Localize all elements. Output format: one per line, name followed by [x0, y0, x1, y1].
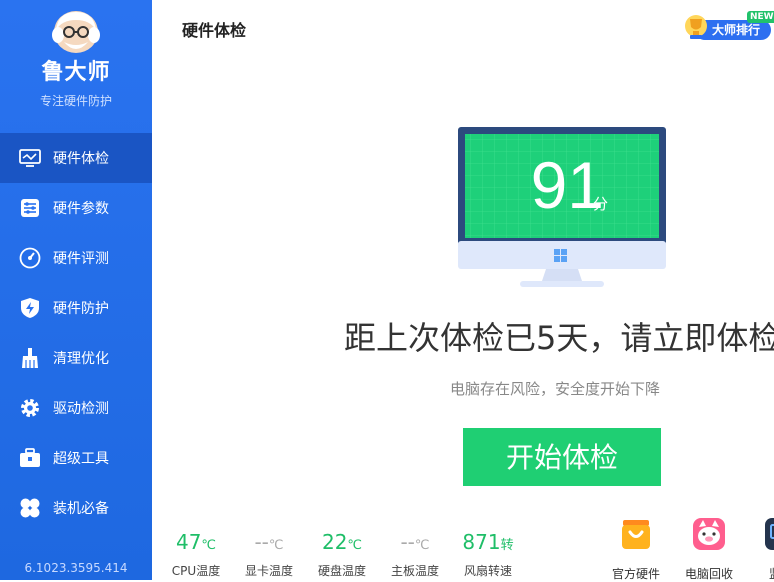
- tool-pc-recycle[interactable]: 电脑回收: [680, 517, 738, 582]
- brand-name: 鲁大师: [41, 60, 111, 85]
- monitor-app-icon: [765, 518, 774, 550]
- sidebar-item-label: 清理优化: [53, 351, 109, 367]
- risk-subline: 电脑存在风险，安全度开始下降: [450, 380, 661, 398]
- tool-label: 官方硬件: [611, 567, 660, 581]
- page-title: 硬件体检: [182, 21, 247, 40]
- stat-value: --℃: [400, 530, 430, 554]
- brand-logo: 鲁大师 专注硬件防护: [0, 0, 152, 120]
- mascot-logo-icon: [52, 11, 100, 53]
- sidebar-nav: 硬件体检 硬件参数 硬件评测 硬件防护 清理优化 驱动检测 超级工具 装机必备: [0, 133, 152, 533]
- stat-label: CPU温度: [171, 564, 221, 578]
- stat-value: 47℃: [175, 530, 217, 554]
- stat-label: 硬盘温度: [317, 564, 366, 578]
- tool-label: 监控: [752, 565, 774, 582]
- trophy-icon: [685, 15, 707, 39]
- stat-value: 22℃: [321, 530, 363, 554]
- start-check-button[interactable]: 开始体检: [463, 428, 661, 486]
- gear-icon: [19, 397, 41, 419]
- shield-bolt-icon: [19, 297, 41, 319]
- score-monitor: 91 分: [458, 127, 666, 289]
- master-rank-button[interactable]: 大师排行 NEW: [683, 11, 774, 40]
- new-badge: NEW: [747, 11, 774, 23]
- score-value: 91: [530, 148, 604, 222]
- tool-label: 电脑回收: [684, 567, 733, 581]
- stat-cpu-temp: 47℃ CPU温度: [164, 528, 228, 579]
- sidebar-item-label: 硬件体检: [53, 151, 109, 167]
- broom-icon: [19, 347, 41, 369]
- brand-slogan: 专注硬件防护: [39, 94, 112, 108]
- speedometer-icon: [19, 247, 41, 269]
- stat-board-temp: --℃ 主板温度: [383, 528, 447, 579]
- tool-monitor[interactable]: 监控: [752, 517, 774, 582]
- stat-label: 风扇转速: [463, 564, 512, 578]
- sidebar-item-hardware-benchmark[interactable]: 硬件评测: [0, 233, 152, 283]
- sidebar-item-label: 硬件评测: [53, 251, 109, 267]
- sidebar-item-driver-check[interactable]: 驱动检测: [0, 383, 152, 433]
- sidebar-item-label: 硬件参数: [53, 201, 109, 217]
- stat-label: 主板温度: [390, 564, 439, 578]
- stat-gpu-temp: --℃ 显卡温度: [237, 528, 301, 579]
- pig-face-icon: [693, 518, 725, 550]
- sidebar-item-essentials[interactable]: 装机必备: [0, 483, 152, 533]
- sidebar-item-label: 驱动检测: [53, 401, 109, 417]
- stat-disk-temp: 22℃ 硬盘温度: [310, 528, 374, 579]
- sidebar-item-label: 硬件防护: [53, 301, 109, 317]
- stat-value: --℃: [254, 530, 284, 554]
- stat-fan-speed: 871转 风扇转速: [456, 528, 520, 579]
- clover-icon: [19, 497, 41, 519]
- tool-official-hardware[interactable]: 官方硬件: [607, 517, 665, 582]
- sidebar-item-hardware-protect[interactable]: 硬件防护: [0, 283, 152, 333]
- sidebar-item-hardware-params[interactable]: 硬件参数: [0, 183, 152, 233]
- stat-value: 871转: [462, 530, 514, 554]
- shop-bag-icon: [622, 520, 650, 549]
- toolbox-icon: [19, 447, 41, 469]
- score-unit: 分: [593, 195, 609, 213]
- sliders-icon: [19, 197, 41, 219]
- version-label: 6.1023.3595.414: [24, 561, 128, 575]
- sidebar-item-clean-optimize[interactable]: 清理优化: [0, 333, 152, 383]
- monitor-check-icon: [19, 147, 41, 169]
- sidebar-item-super-tools[interactable]: 超级工具: [0, 433, 152, 483]
- sidebar-item-label: 装机必备: [53, 501, 109, 517]
- stat-label: 显卡温度: [244, 564, 293, 578]
- sidebar: 鲁大师 专注硬件防护 硬件体检 硬件参数 硬件评测 硬件防护 清理优化 驱动检测…: [0, 0, 152, 580]
- sidebar-item-hardware-check[interactable]: 硬件体检: [0, 133, 152, 183]
- check-reminder-headline: 距上次体检已5天，请立即体检: [344, 319, 774, 357]
- sidebar-item-label: 超级工具: [53, 451, 109, 467]
